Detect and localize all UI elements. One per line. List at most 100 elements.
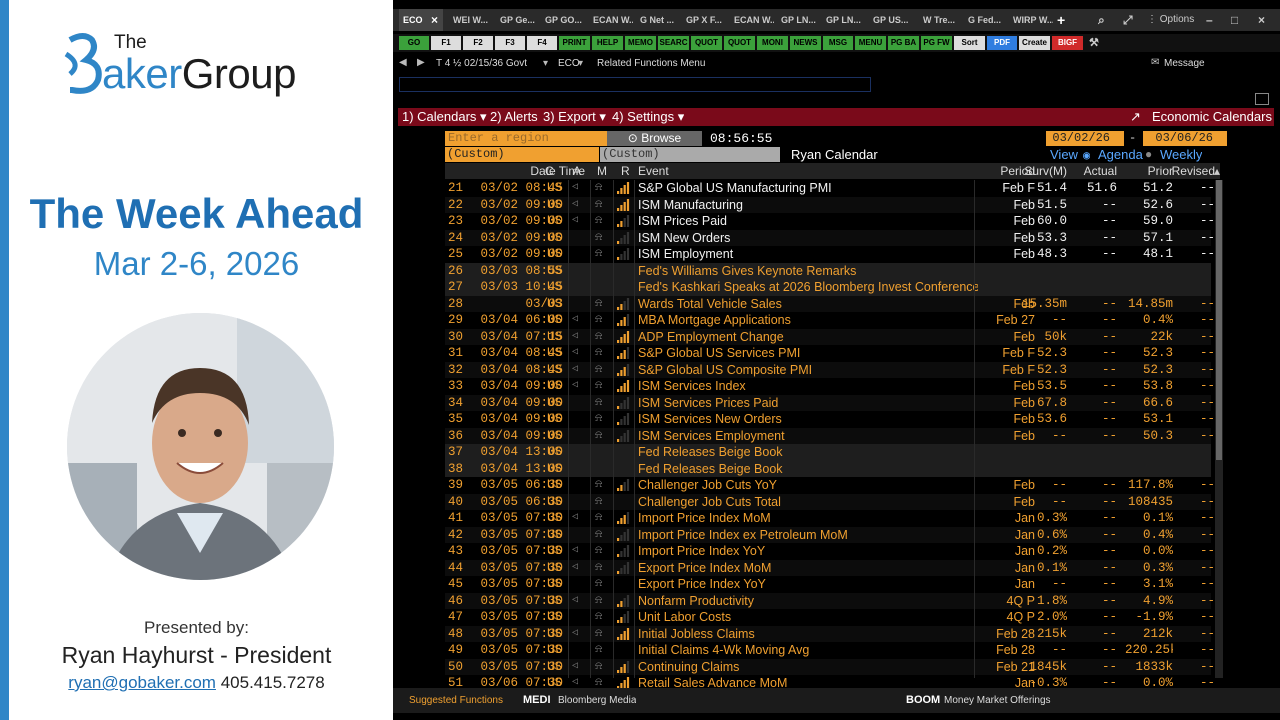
column-header[interactable]: C — [545, 163, 554, 179]
alert-bell-icon[interactable]: ⍾ — [595, 543, 602, 560]
speaker-icon[interactable]: ◁ — [572, 362, 578, 379]
alert-bell-icon[interactable]: ⍾ — [595, 180, 602, 197]
tab-item[interactable]: GP US... — [869, 9, 913, 31]
alert-bell-icon[interactable]: ⍾ — [595, 593, 602, 610]
fkey-button[interactable]: PG BA — [888, 36, 919, 50]
table-row[interactable]: 28 03/03 US Wards Total Vehicle Sales Feb 15.… — [445, 295, 1215, 312]
alert-bell-icon[interactable]: ⍾ — [595, 428, 602, 445]
table-row[interactable]: 22 03/02 09:00 US ISM Manufacturing Feb 51.5-… — [445, 196, 1215, 213]
forward-arrow-icon[interactable]: ▶ — [417, 57, 425, 68]
tab-item[interactable]: WIRP W... — [1009, 9, 1053, 31]
alert-bell-icon[interactable]: ⍾ — [595, 395, 602, 412]
scrollbar-track[interactable] — [1215, 180, 1223, 678]
fkey-button[interactable]: BIGF — [1052, 36, 1083, 50]
alert-bell-icon[interactable]: ⍾ — [595, 510, 602, 527]
options-menu[interactable]: ⋮ Options — [1147, 9, 1194, 31]
table-row[interactable]: 29 03/04 06:00 US MBA Mortgage Applications… — [445, 312, 1215, 329]
fkey-button[interactable]: F2 — [463, 36, 493, 50]
menu-export[interactable]: 3) Export ▾ — [543, 109, 606, 125]
alert-bell-icon[interactable]: ⍾ — [595, 329, 602, 346]
table-row[interactable]: 37 03/04 13:00 US Fed Releases Beige Book — [445, 444, 1211, 461]
menu-alerts[interactable]: 2) Alerts — [490, 109, 538, 124]
custom-filter-1[interactable]: (Custom) — [445, 147, 599, 162]
alert-bell-icon[interactable]: ⍾ — [595, 527, 602, 544]
expand-icon[interactable] — [1255, 93, 1269, 105]
fkey-button[interactable]: QUOT — [691, 36, 722, 50]
table-row[interactable]: 43 03/05 07:30 US Import Price Index YoY Jan… — [445, 543, 1215, 560]
fkey-button[interactable]: Sort — [954, 36, 985, 50]
window-close-icon[interactable]: × — [1258, 9, 1265, 31]
fkey-button[interactable]: F3 — [495, 36, 525, 50]
table-row[interactable]: 33 03/04 09:00 US ISM Services Index Feb 53.5… — [445, 378, 1215, 395]
alert-bell-icon[interactable]: ⍾ — [595, 230, 602, 247]
back-arrow-icon[interactable]: ◀ — [399, 57, 407, 68]
speaker-icon[interactable]: ◁ — [572, 626, 578, 643]
column-header[interactable]: Event — [638, 163, 669, 179]
alert-bell-icon[interactable]: ⍾ — [595, 477, 602, 494]
column-header[interactable]: Surv(M) — [1005, 163, 1067, 179]
agenda-radio[interactable]: ◉ — [1083, 148, 1090, 163]
speaker-icon[interactable]: ◁ — [572, 345, 578, 362]
security-dropdown-icon[interactable]: ▾ — [543, 58, 548, 69]
table-row[interactable]: 32 03/04 08:45 US S&P Global US Composite P… — [445, 361, 1215, 379]
boom-description[interactable]: Money Market Offerings — [944, 688, 1051, 713]
table-row[interactable]: 34 03/04 09:00 US ISM Services Prices Paid F… — [445, 394, 1215, 412]
tab-item[interactable]: GP LN... — [777, 9, 821, 31]
speaker-icon[interactable]: ◁ — [572, 312, 578, 329]
tab-item[interactable]: G Fed... — [964, 9, 1008, 31]
speaker-icon[interactable]: ◁ — [572, 180, 578, 197]
table-row[interactable]: 41 03/05 07:30 US Import Price Index MoM Jan… — [445, 510, 1215, 527]
security-selector[interactable]: T 4 ½ 02/15/36 Govt — [436, 58, 527, 69]
browse-button[interactable]: ⊙ Browse — [607, 131, 702, 146]
region-input[interactable]: Enter a region — [445, 131, 607, 146]
table-row[interactable]: 40 03/05 06:30 US Challenger Job Cuts Total… — [445, 493, 1215, 511]
menu-calendars[interactable]: 1) Calendars ▾ — [402, 109, 487, 125]
function-dropdown-icon[interactable]: ▾ — [578, 58, 583, 69]
alert-bell-icon[interactable]: ⍾ — [595, 362, 602, 379]
tab-item[interactable]: WEI W... — [449, 9, 493, 31]
fkey-button[interactable]: HELP — [592, 36, 623, 50]
fkey-button[interactable]: MONI — [757, 36, 788, 50]
fkey-button[interactable]: SEARC — [658, 36, 689, 50]
maximize-icon[interactable]: □ — [1231, 9, 1238, 31]
custom-filter-2[interactable]: (Custom) — [600, 147, 780, 162]
wrench-icon[interactable]: ⚒ — [1089, 36, 1099, 50]
table-row[interactable]: 36 03/04 09:00 US ISM Services Employment Fe… — [445, 427, 1215, 445]
column-header[interactable]: A — [573, 163, 581, 179]
minimize-icon[interactable]: – — [1206, 9, 1213, 31]
tab-item[interactable]: GP X F... — [682, 9, 726, 31]
mail-icon[interactable]: ✉ — [1151, 57, 1159, 68]
column-header[interactable]: Date Time — [485, 163, 585, 179]
scroll-up-icon[interactable]: ▴ — [1214, 163, 1220, 179]
speaker-icon[interactable]: ◁ — [572, 378, 578, 395]
fkey-button[interactable]: QUOT — [724, 36, 755, 50]
command-line-input[interactable] — [399, 77, 871, 92]
fkey-button[interactable]: PRINT — [559, 36, 590, 50]
fkey-button[interactable]: NEWS — [790, 36, 821, 50]
tab-item[interactable]: GP Ge... — [496, 9, 540, 31]
fkey-button[interactable]: Create — [1019, 36, 1050, 50]
start-date-field[interactable]: 03/02/26 — [1046, 131, 1124, 146]
table-row[interactable]: 44 03/05 07:30 US Export Price Index MoM Jan… — [445, 559, 1215, 576]
scrollbar-thumb[interactable] — [1216, 180, 1222, 460]
table-row[interactable]: 24 03/02 09:00 US ISM New Orders Feb 53.3 -- 57… — [445, 229, 1215, 247]
medi-function[interactable]: MEDI — [523, 688, 551, 713]
alert-bell-icon[interactable]: ⍾ — [595, 246, 602, 263]
tab-item[interactable]: W Tre... — [919, 9, 963, 31]
table-row[interactable]: 48 03/05 07:30 US Initial Jobless Claims Feb… — [445, 625, 1215, 643]
speaker-icon[interactable]: ◁ — [572, 543, 578, 560]
tab-item[interactable]: ECAN W... — [589, 9, 633, 31]
speaker-icon[interactable]: ◁ — [572, 213, 578, 230]
fkey-button[interactable]: MSG — [823, 36, 853, 50]
column-header[interactable]: M — [597, 163, 607, 179]
alert-bell-icon[interactable]: ⍾ — [595, 312, 602, 329]
end-date-field[interactable]: 03/06/26 — [1143, 131, 1227, 146]
tab-item[interactable]: GP LN... — [822, 9, 866, 31]
table-row[interactable]: 38 03/04 13:00 US Fed Releases Beige Book — [445, 460, 1211, 477]
alert-bell-icon[interactable]: ⍾ — [595, 576, 602, 593]
table-row[interactable]: 30 03/04 07:15 US ADP Employment Change Feb 5… — [445, 328, 1215, 346]
tab-item[interactable]: G Net ... — [636, 9, 680, 31]
alert-bell-icon[interactable]: ⍾ — [595, 411, 602, 428]
alert-bell-icon[interactable]: ⍾ — [595, 494, 602, 511]
speaker-icon[interactable]: ◁ — [572, 659, 578, 676]
